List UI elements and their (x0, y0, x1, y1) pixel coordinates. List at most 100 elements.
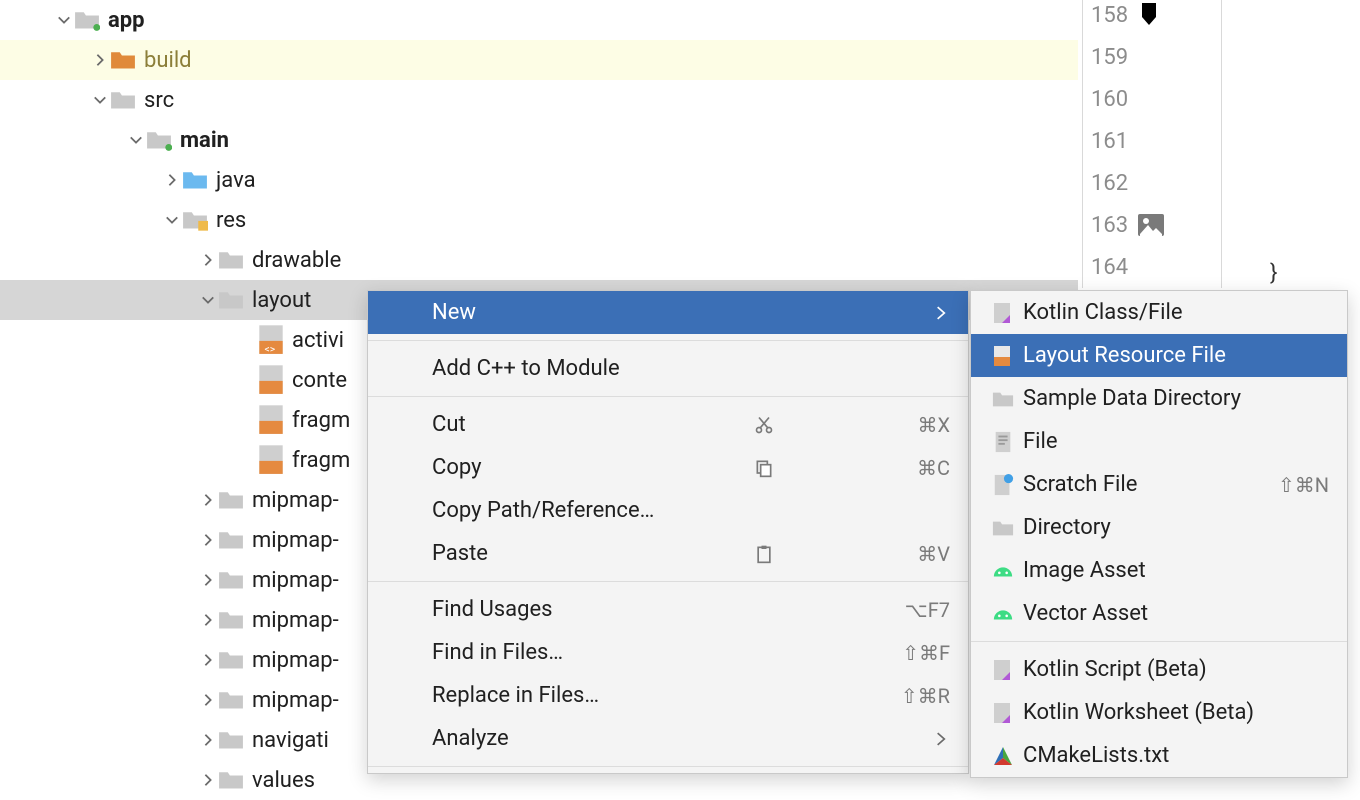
xml-file-icon (258, 409, 284, 431)
menu-item-copy-path[interactable]: Copy Path/Reference… (368, 489, 968, 532)
menu-shortcut: ⇧⌘R (901, 684, 950, 708)
menu-item-file[interactable]: File (971, 420, 1347, 463)
menu-item-directory[interactable]: Directory (971, 506, 1347, 549)
folder-icon (218, 649, 244, 671)
menu-item-layout-resource-file[interactable]: Layout Resource File (971, 334, 1347, 377)
menu-item-kotlin-class[interactable]: Kotlin Class/File (971, 291, 1347, 334)
tree-label: fragm (292, 408, 350, 433)
menu-separator (368, 581, 968, 582)
xml-file-icon (258, 449, 284, 471)
menu-label: Copy (432, 455, 917, 480)
menu-shortcut: ⌥F7 (905, 598, 950, 622)
tree-item-main[interactable]: main (0, 120, 1078, 160)
menu-item-copy[interactable]: Copy ⌘C (368, 446, 968, 489)
menu-separator (368, 396, 968, 397)
menu-label: Replace in Files… (432, 683, 901, 708)
menu-label: Add C++ to Module (432, 356, 950, 381)
android-icon (989, 560, 1017, 582)
menu-item-analyze[interactable]: Analyze (368, 717, 968, 760)
line-number: 163 (1083, 204, 1221, 246)
module-folder-icon (74, 9, 100, 31)
tree-label: fragm (292, 448, 350, 473)
file-icon (989, 431, 1017, 453)
chevron-right-icon (198, 493, 218, 507)
menu-shortcut: ⌘C (917, 456, 950, 480)
resource-folder-icon (182, 209, 208, 231)
excluded-folder-icon (110, 49, 136, 71)
chevron-right-icon (198, 573, 218, 587)
menu-label: Kotlin Script (Beta) (1023, 657, 1329, 682)
menu-label: File (1023, 429, 1329, 454)
folder-icon (218, 569, 244, 591)
line-number: 160 (1083, 78, 1221, 120)
cut-icon (750, 415, 778, 435)
chevron-right-icon (198, 773, 218, 787)
menu-separator (368, 340, 968, 341)
menu-label: Kotlin Class/File (1023, 300, 1329, 325)
android-icon (989, 603, 1017, 625)
menu-item-kotlin-script[interactable]: Kotlin Script (Beta) (971, 648, 1347, 691)
menu-item-sample-data-dir[interactable]: Sample Data Directory (971, 377, 1347, 420)
tree-label: src (144, 88, 174, 113)
kotlin-file-icon (989, 302, 1017, 324)
tree-item-drawable[interactable]: drawable (0, 240, 1078, 280)
menu-shortcut: ⌘V (917, 542, 950, 566)
folder-icon (218, 609, 244, 631)
folder-icon (218, 769, 244, 791)
tree-item-build[interactable]: build (0, 40, 1078, 80)
menu-label: CMakeLists.txt (1023, 743, 1329, 768)
chevron-right-icon (198, 533, 218, 547)
menu-item-paste[interactable]: Paste ⌘V (368, 532, 968, 575)
chevron-right-icon (198, 733, 218, 747)
kotlin-file-icon (989, 659, 1017, 681)
menu-item-cut[interactable]: Cut ⌘X (368, 403, 968, 446)
menu-item-find-usages[interactable]: Find Usages ⌥F7 (368, 588, 968, 631)
menu-label: Image Asset (1023, 558, 1329, 583)
menu-label: Find Usages (432, 597, 905, 622)
menu-item-vector-asset[interactable]: Vector Asset (971, 592, 1347, 635)
chevron-right-icon (162, 173, 182, 187)
menu-shortcut: ⌘X (917, 413, 950, 437)
line-number: 159 (1083, 36, 1221, 78)
menu-item-find-in-files[interactable]: Find in Files… ⇧⌘F (368, 631, 968, 674)
menu-separator (971, 641, 1347, 642)
menu-item-new[interactable]: New (368, 291, 968, 334)
submenu-arrow-icon (936, 732, 950, 746)
menu-label: Paste (432, 541, 917, 566)
xml-file-icon (258, 369, 284, 391)
source-folder-icon (182, 169, 208, 191)
chevron-down-icon (198, 293, 218, 307)
chevron-right-icon (198, 693, 218, 707)
folder-icon (218, 689, 244, 711)
menu-item-cmakelists[interactable]: CMakeLists.txt (971, 734, 1347, 777)
line-number: 164 (1083, 246, 1221, 288)
chevron-right-icon (198, 653, 218, 667)
line-number: 161 (1083, 120, 1221, 162)
menu-item-image-asset[interactable]: Image Asset (971, 549, 1347, 592)
menu-item-add-cpp[interactable]: Add C++ to Module (368, 347, 968, 390)
svg-text:<>: <> (265, 343, 276, 356)
menu-item-scratch-file[interactable]: Scratch File ⇧⌘N (971, 463, 1347, 506)
tree-label: values (252, 768, 315, 793)
folder-icon (989, 517, 1017, 539)
chevron-right-icon (90, 53, 110, 67)
editor-gutter: 158 159 160 161 162 163 164 (1082, 0, 1222, 288)
tree-item-app[interactable]: app (0, 0, 1078, 40)
chevron-down-icon (54, 13, 74, 27)
menu-item-replace-in-files[interactable]: Replace in Files… ⇧⌘R (368, 674, 968, 717)
xml-file-icon: <> (258, 329, 284, 351)
tree-item-src[interactable]: src (0, 80, 1078, 120)
menu-label: Layout Resource File (1023, 343, 1329, 368)
gutter-color-icon[interactable] (1138, 3, 1160, 27)
tree-label: res (216, 208, 246, 233)
tree-item-java[interactable]: java (0, 160, 1078, 200)
kotlin-file-icon (989, 702, 1017, 724)
menu-label: Directory (1023, 515, 1329, 540)
gutter-image-icon[interactable] (1138, 214, 1164, 236)
tree-label: main (180, 128, 229, 153)
tree-item-res[interactable]: res (0, 200, 1078, 240)
menu-label: New (432, 300, 936, 325)
tree-label: mipmap- (252, 568, 339, 593)
cmake-icon (989, 745, 1017, 767)
menu-item-kotlin-worksheet[interactable]: Kotlin Worksheet (Beta) (971, 691, 1347, 734)
